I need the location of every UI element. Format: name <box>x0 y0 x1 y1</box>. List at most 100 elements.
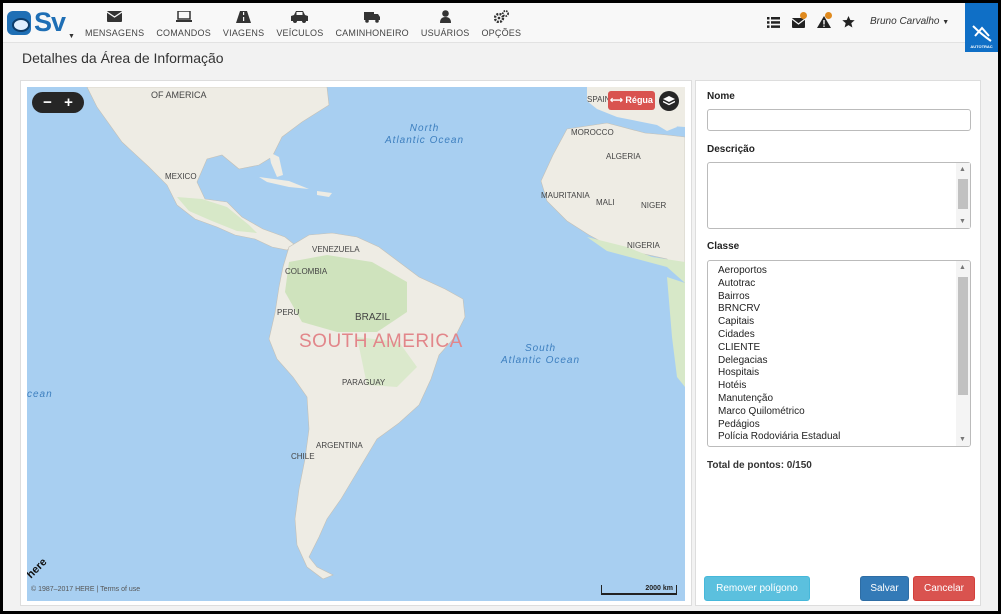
ocean-label: cean <box>27 389 53 400</box>
ruler-button[interactable]: ⟷ Régua <box>608 91 655 110</box>
app-logo[interactable]: Sv ▼ <box>5 5 75 41</box>
header-tools <box>761 12 861 32</box>
menu-label: VEÍCULOS <box>276 27 324 38</box>
class-option[interactable]: BRNCRV <box>718 303 970 316</box>
description-label: Descrição <box>707 144 755 155</box>
envelope-icon <box>107 9 123 25</box>
menu-item-veiculos[interactable]: VEÍCULOS <box>270 3 329 43</box>
map-label: OF AMERICA <box>151 90 207 100</box>
caret-down-icon: ▼ <box>68 33 75 40</box>
remove-polygon-button[interactable]: Remover polígono <box>704 576 810 601</box>
zoom-control: − + <box>32 92 84 113</box>
map-label: PARAGUAY <box>342 378 386 387</box>
notification-badge <box>825 12 832 19</box>
total-points: Total de pontos: 0/150 <box>707 460 812 471</box>
map-label: CHILE <box>291 452 315 461</box>
cancel-button[interactable]: Cancelar <box>913 576 975 601</box>
alerts-button[interactable] <box>811 12 836 32</box>
page-title: Detalhes da Área de Informação <box>22 50 224 66</box>
class-option[interactable]: Pedágios <box>718 419 970 432</box>
star-icon <box>842 16 855 28</box>
layers-button[interactable] <box>659 91 679 111</box>
ocean-label: South Atlantic Ocean <box>501 343 581 366</box>
map-label: SPAIN <box>587 95 611 104</box>
map-label: BRAZIL <box>355 312 391 323</box>
road-icon <box>236 9 252 25</box>
menu-label: USUÁRIOS <box>420 27 470 38</box>
ocean-label: North Atlantic Ocean <box>385 123 465 146</box>
list-icon <box>767 16 780 28</box>
messages-alert-button[interactable] <box>786 12 811 32</box>
class-option[interactable]: Autotrac <box>718 278 970 291</box>
class-listbox[interactable]: Aeroportos Autotrac Bairros BRNCRV Capitais C… <box>707 260 971 447</box>
class-option[interactable]: Capitais <box>718 316 970 329</box>
menu-label: COMANDOS <box>156 27 211 38</box>
class-option[interactable]: Manutenção <box>718 393 970 406</box>
scroll-up-icon[interactable]: ▲ <box>959 166 966 173</box>
scroll-down-icon[interactable]: ▼ <box>959 218 966 225</box>
map-attribution[interactable]: © 1987–2017 HERE | Terms of use <box>31 586 140 593</box>
menu-item-comandos[interactable]: COMANDOS <box>150 3 217 43</box>
class-scrollbar[interactable]: ▲ ▼ <box>956 261 970 446</box>
menu-item-mensagens[interactable]: MENSAGENS <box>79 3 150 43</box>
map-label: MAURITANIA <box>541 191 590 200</box>
menu-label: OPÇÕES <box>481 27 522 38</box>
logo-text: Sv <box>34 7 66 37</box>
class-option[interactable]: Hotéis <box>718 380 970 393</box>
map-label: MEXICO <box>165 172 197 181</box>
favorites-button[interactable] <box>836 12 861 32</box>
brand-text: AUTOTRAC <box>970 44 993 49</box>
menu-label: VIAGENS <box>222 27 265 38</box>
class-option[interactable]: Bairros <box>718 291 970 304</box>
autotrac-logo-icon <box>971 25 992 42</box>
map-label: NIGER <box>641 201 667 210</box>
description-scrollbar[interactable]: ▲ ▼ <box>956 163 970 228</box>
menu-label: MENSAGENS <box>85 27 145 38</box>
class-option[interactable]: Marco Quilométrico <box>718 406 970 419</box>
car-icon <box>291 9 309 25</box>
zoom-in-button[interactable]: + <box>64 95 73 110</box>
save-button[interactable]: Salvar <box>860 576 909 601</box>
list-button[interactable] <box>761 12 786 32</box>
user-icon <box>439 9 451 25</box>
brand-logo: AUTOTRAC <box>965 3 998 52</box>
caret-down-icon: ▼ <box>942 19 950 26</box>
map-panel: OF AMERICA MEXICO VENEZUELA COLOMBIA PER… <box>20 80 692 606</box>
map-label: MALI <box>596 198 615 207</box>
map-label: NIGERIA <box>627 241 660 250</box>
scroll-up-icon[interactable]: ▲ <box>959 264 966 271</box>
top-navbar: Sv ▼ MENSAGENS COMANDOS VIAGENS VEÍCULOS… <box>3 3 998 52</box>
layers-icon <box>663 95 675 105</box>
zoom-out-button[interactable]: − <box>43 95 52 110</box>
menu-item-usuarios[interactable]: USUÁRIOS <box>415 3 476 43</box>
menu-item-caminhoneiro[interactable]: CAMINHONEIRO <box>329 3 414 43</box>
class-option[interactable]: Polícia Rodoviária Estadual <box>718 431 970 444</box>
scroll-down-icon[interactable]: ▼ <box>959 436 966 443</box>
map-label: VENEZUELA <box>312 245 360 254</box>
class-option[interactable]: CLIENTE <box>718 342 970 355</box>
class-option[interactable]: Aeroportos <box>718 265 970 278</box>
user-menu[interactable]: Bruno Carvalho ▼ <box>870 16 949 27</box>
map-label: ARGENTINA <box>316 441 363 450</box>
menu-item-opcoes[interactable]: OPÇÕES <box>475 3 527 43</box>
menu-item-viagens[interactable]: VIAGENS <box>217 3 270 43</box>
class-option[interactable]: Hospitais <box>718 367 970 380</box>
description-field[interactable]: ▲ ▼ <box>707 162 971 229</box>
app-window: Sv ▼ MENSAGENS COMANDOS VIAGENS VEÍCULOS… <box>3 3 998 611</box>
truck-icon <box>364 9 381 25</box>
laptop-icon <box>175 9 192 25</box>
map-view[interactable]: OF AMERICA MEXICO VENEZUELA COLOMBIA PER… <box>27 87 685 601</box>
eye-logo-icon <box>7 11 31 35</box>
main-menu: MENSAGENS COMANDOS VIAGENS VEÍCULOS CAMI… <box>79 3 527 43</box>
map-label: MOROCCO <box>571 128 614 137</box>
continent-label: SOUTH AMERICA <box>299 331 463 352</box>
map-label: COLOMBIA <box>285 267 328 276</box>
class-option[interactable]: Cidades <box>718 329 970 342</box>
map-label: ALGERIA <box>606 152 641 161</box>
map-label: PERU <box>277 308 300 317</box>
cogs-icon <box>493 9 509 25</box>
menu-label: CAMINHONEIRO <box>335 27 409 38</box>
form-panel: Nome Descrição ▲ ▼ Classe Aeroportos Auto… <box>695 80 981 606</box>
class-option[interactable]: Delegacias <box>718 355 970 368</box>
name-field[interactable] <box>707 109 971 131</box>
